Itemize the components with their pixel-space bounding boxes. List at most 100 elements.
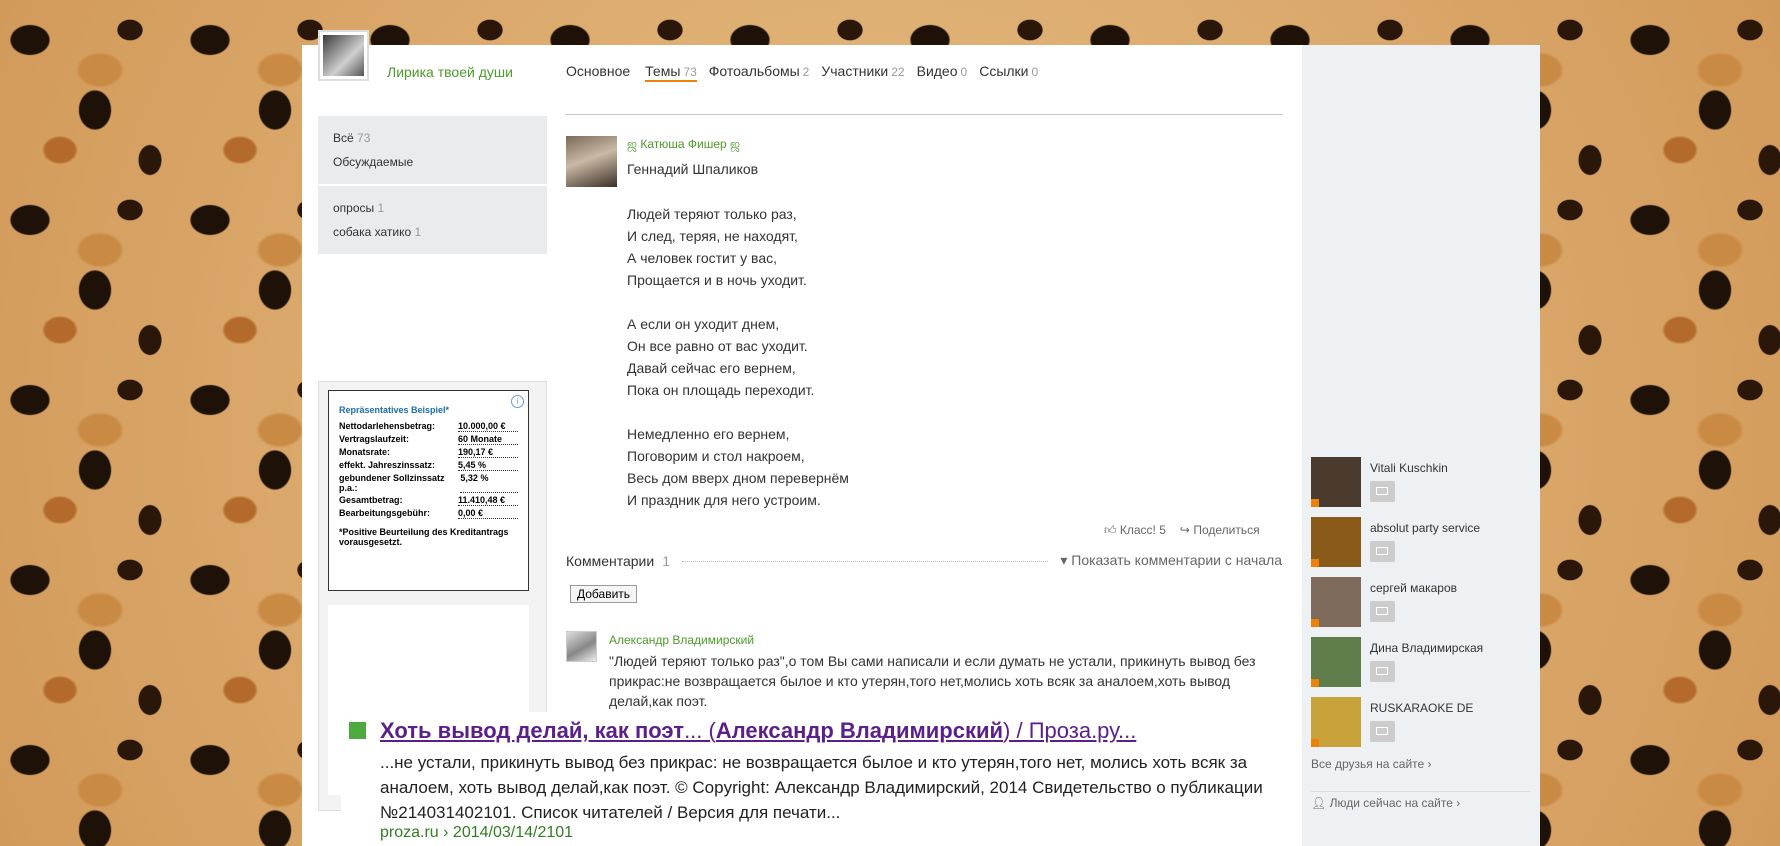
post-author[interactable]: ஜ Катюша Фишер ஜ bbox=[627, 137, 740, 153]
ad-value: 0,00 € bbox=[458, 508, 518, 519]
friend-name[interactable]: Дина Владимирская bbox=[1370, 641, 1483, 655]
ad-value: 5,32 % bbox=[460, 473, 518, 493]
post-title: Геннадий Шпаликов bbox=[627, 161, 759, 177]
topic-filter-nav: Всё 73 Обсуждаемые опросы 1 собака хатик… bbox=[318, 116, 547, 254]
online-badge-icon bbox=[1311, 559, 1319, 567]
tab-main[interactable]: Основное bbox=[566, 63, 633, 82]
tab-video[interactable]: Видео 0 bbox=[917, 63, 968, 82]
ad-row: Gesamtbetrag: 11.410,48 € bbox=[339, 495, 518, 506]
tab-label: Темы bbox=[645, 63, 681, 79]
result-bullet-icon bbox=[349, 722, 366, 739]
friend-name[interactable]: RUSKARAOKE DE bbox=[1370, 701, 1473, 715]
show-comments-from-start[interactable]: ▾ Показать комментарии с начала bbox=[1060, 552, 1282, 569]
info-icon[interactable]: i bbox=[511, 395, 524, 408]
share-button[interactable]: ↪ Поделиться bbox=[1180, 523, 1260, 538]
friend-name[interactable]: сергей макаров bbox=[1370, 581, 1457, 595]
ad-key: effekt. Jahreszinssatz: bbox=[339, 460, 436, 470]
filter-label: собака хатико bbox=[333, 225, 412, 239]
tab-count: 0 bbox=[1031, 65, 1039, 79]
friend-name[interactable]: absolut party service bbox=[1370, 521, 1480, 535]
filter-count: 1 bbox=[414, 225, 422, 239]
commenter-avatar[interactable] bbox=[566, 631, 597, 662]
poem-line: Поговорим и стол накроем, bbox=[627, 448, 805, 464]
people-online-link[interactable]: 👤︎ Люди сейчас на сайте › bbox=[1311, 791, 1531, 810]
friend-item[interactable]: absolut party service bbox=[1311, 517, 1536, 569]
search-result-url[interactable]: proza.ru › 2014/03/14/2101 bbox=[380, 824, 573, 842]
group-name[interactable]: Лирика твоей души bbox=[387, 64, 513, 80]
poem-line: Давай сейчас его вернем, bbox=[627, 360, 796, 376]
people-online-label: Люди сейчас на сайте › bbox=[1329, 796, 1461, 810]
poem-line: А если он уходит днем, bbox=[627, 316, 780, 332]
tab-topics[interactable]: Темы 73 bbox=[645, 63, 697, 82]
envelope-icon[interactable] bbox=[1370, 481, 1395, 502]
ad-value: 5,45 % bbox=[458, 460, 518, 471]
filter-hachiko[interactable]: собака хатико 1 bbox=[333, 220, 532, 244]
ad-row: Bearbeitungsgebühr: 0,00 € bbox=[339, 508, 518, 519]
tab-label: Фотоальбомы bbox=[708, 63, 800, 79]
ad-title: Repräsentatives Beispiel* bbox=[339, 405, 450, 415]
filter-label: опросы bbox=[333, 201, 375, 215]
comment-author[interactable]: Александр Владимирский bbox=[609, 633, 754, 647]
friend-name[interactable]: Vitali Kuschkin bbox=[1370, 461, 1448, 475]
post-author-avatar[interactable] bbox=[566, 136, 617, 187]
divider bbox=[681, 560, 1049, 562]
envelope-icon[interactable] bbox=[1370, 601, 1395, 622]
ad-value: 11.410,48 € bbox=[458, 495, 518, 506]
like-button[interactable]: 👍︎ Класс! 5 bbox=[1104, 523, 1166, 538]
ad-row: gebundener Sollzinssatz p.a.: 5,32 % bbox=[339, 473, 518, 493]
thumbs-up-icon: 👍︎ bbox=[1104, 523, 1117, 537]
comments-label: Комментарии bbox=[566, 552, 655, 569]
ad-note: *Positive Beurteilung des Kreditantrags … bbox=[339, 527, 509, 547]
filter-all[interactable]: Всё 73 bbox=[333, 126, 532, 150]
title-part: ... ( bbox=[684, 718, 716, 743]
friend-item[interactable]: Vitali Kuschkin bbox=[1311, 457, 1536, 509]
poem-line: Он все равно от вас уходит. bbox=[627, 338, 808, 354]
envelope-icon[interactable] bbox=[1370, 721, 1395, 742]
ad-key: Gesamtbetrag: bbox=[339, 495, 403, 505]
friend-item[interactable]: Дина Владимирская bbox=[1311, 637, 1536, 689]
group-avatar[interactable] bbox=[318, 30, 369, 81]
ad-value: 10.000,00 € bbox=[458, 421, 518, 432]
all-friends-link[interactable]: Все друзья на сайте › bbox=[1311, 757, 1432, 771]
filter-polls[interactable]: опросы 1 bbox=[333, 196, 532, 220]
comments-count: 1 bbox=[662, 552, 670, 569]
tab-photoalbums[interactable]: Фотоальбомы 2 bbox=[709, 63, 810, 82]
ad-key: Nettodarlehensbetrag: bbox=[339, 421, 436, 431]
add-comment-button[interactable]: Добавить bbox=[570, 585, 638, 603]
filter-discussed[interactable]: Обсуждаемые bbox=[333, 150, 532, 174]
poem-line: Немедленно его вернем, bbox=[627, 426, 790, 442]
poem-line: Пока он площадь переходит. bbox=[627, 382, 815, 398]
divider bbox=[566, 114, 1282, 115]
online-badge-icon bbox=[1311, 619, 1319, 627]
search-result-title[interactable]: Хоть вывод делай, как поэт... (Александр… bbox=[380, 718, 1136, 744]
envelope-icon[interactable] bbox=[1370, 541, 1395, 562]
share-label: Поделиться bbox=[1193, 523, 1260, 537]
tab-label: Ссылки bbox=[979, 63, 1029, 79]
poem-line: Людей теряют только раз, bbox=[627, 206, 797, 222]
comments-header: Комментарии 1 ▾ Показать комментарии с н… bbox=[566, 552, 1282, 569]
friend-item[interactable]: RUSKARAOKE DE bbox=[1311, 697, 1536, 749]
comment-text: "Людей теряют только раз",о том Вы сами … bbox=[609, 653, 1256, 709]
filter-label: Всё bbox=[333, 131, 354, 145]
tab-members[interactable]: Участники 22 bbox=[821, 63, 904, 82]
group-tabs: Основное Темы 73 Фотоальбомы 2 Участники 22… bbox=[566, 63, 1038, 82]
post-body: Людей теряют только раз, И след, теряя, … bbox=[627, 203, 849, 533]
poem-line: И праздник для него устроим. bbox=[627, 492, 821, 508]
tab-label: Основное bbox=[566, 63, 631, 79]
ad-row: Monatsrate: 190,17 € bbox=[339, 447, 518, 458]
poem-line: А человек гостит у вас, bbox=[627, 250, 778, 266]
ad-row: Vertragslaufzeit: 60 Monate bbox=[339, 434, 518, 445]
online-badge-icon bbox=[1311, 739, 1319, 747]
envelope-icon[interactable] bbox=[1370, 661, 1395, 682]
title-part: ) / Проза.ру... bbox=[1003, 718, 1137, 743]
tab-count: 22 bbox=[891, 65, 905, 79]
title-part: Александр Владимирский bbox=[715, 718, 1004, 743]
tab-links[interactable]: Ссылки 0 bbox=[979, 63, 1038, 82]
ad-row: Nettodarlehensbetrag: 10.000,00 € bbox=[339, 421, 518, 432]
tab-label: Участники bbox=[821, 63, 889, 79]
friend-item[interactable]: сергей макаров bbox=[1311, 577, 1536, 629]
ad-loan-example[interactable]: i Repräsentatives Beispiel* Nettodarlehe… bbox=[328, 390, 529, 591]
ad-key: gebundener Sollzinssatz p.a.: bbox=[339, 473, 445, 493]
tab-count: 73 bbox=[683, 65, 697, 79]
poem-line: Прощается и в ночь уходит. bbox=[627, 272, 807, 288]
